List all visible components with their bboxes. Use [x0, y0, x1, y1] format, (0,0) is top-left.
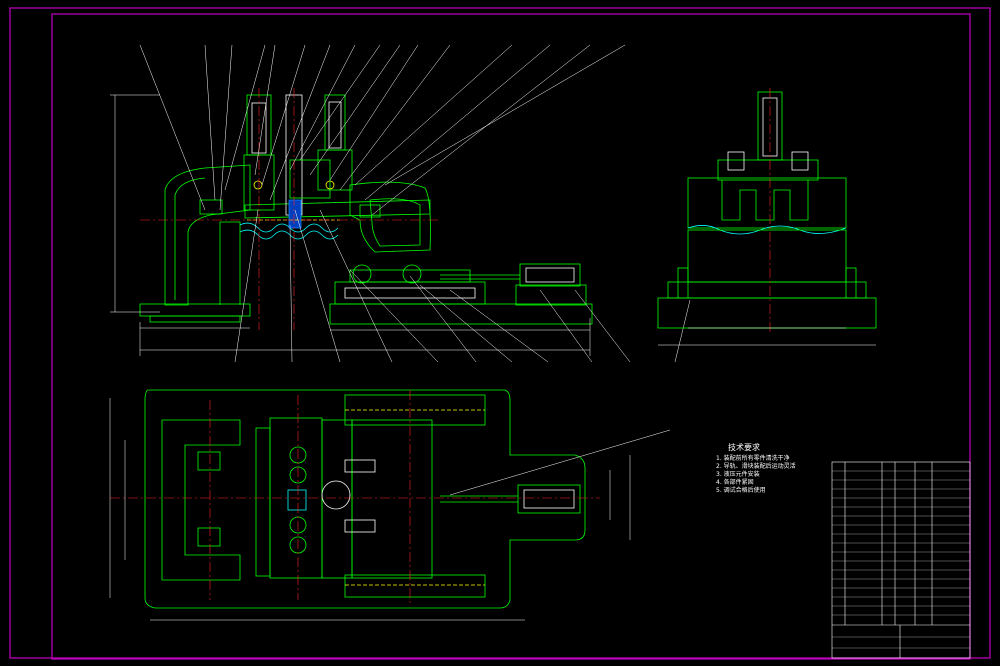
technical-requirement-item: 2. 导轨、滑块装配后运动灵活	[716, 463, 796, 470]
technical-requirement-item: 3. 液压元件安装	[716, 471, 760, 478]
technical-requirement-item: 4. 各部件紧固	[716, 479, 754, 486]
technical-requirements-title: 技术要求	[728, 443, 760, 452]
cad-drawing-sheet	[0, 0, 1000, 666]
technical-requirement-item: 1. 装配前所有零件清洗干净	[716, 455, 790, 462]
technical-requirement-item: 5. 调试合格后使用	[716, 487, 766, 494]
technical-requirements: 技术要求 1. 装配前所有零件清洗干净 2. 导轨、滑块装配后运动灵活 3. 液…	[716, 444, 836, 495]
